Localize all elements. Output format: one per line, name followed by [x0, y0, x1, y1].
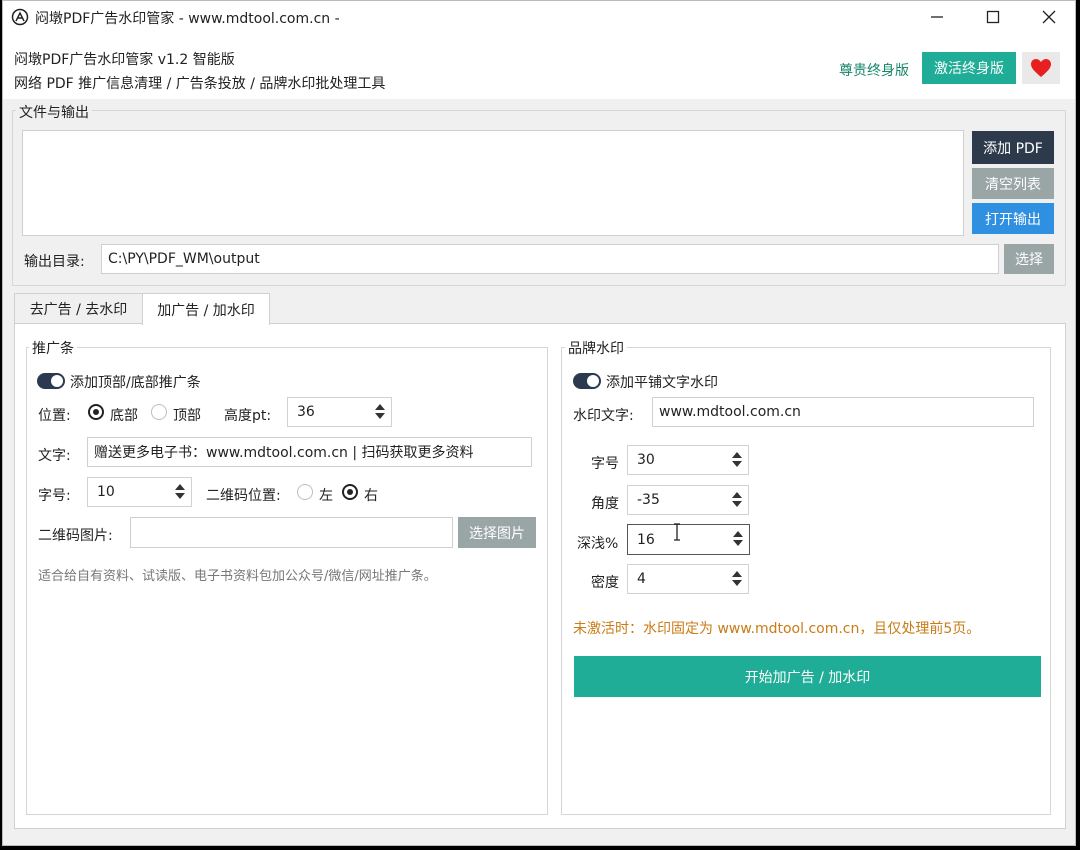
start-process-button[interactable]: 开始加广告 / 加水印 [574, 656, 1041, 697]
watermark-toggle[interactable] [573, 373, 601, 389]
close-button[interactable] [1021, 1, 1077, 33]
promo-fontsize-value: 10 [97, 484, 115, 500]
watermark-density-stepper[interactable]: 4 [627, 564, 749, 594]
watermark-density-value: 4 [637, 571, 646, 587]
tab-remove-ads[interactable]: 去广告 / 去水印 [14, 293, 143, 324]
clear-list-button[interactable]: 清空列表 [972, 168, 1054, 199]
watermark-toggle-label: 添加平铺文字水印 [606, 375, 718, 391]
watermark-text-label: 水印文字: [573, 408, 634, 424]
watermark-fontsize-stepper[interactable]: 30 [627, 445, 749, 475]
stepper-arrows-icon [732, 492, 742, 510]
watermark-angle-label: 角度 [591, 496, 619, 512]
height-label: 高度pt: [224, 408, 272, 424]
app-logo-icon [11, 8, 29, 26]
watermark-angle-value: -35 [637, 492, 660, 508]
pdf-file-list[interactable] [22, 130, 964, 236]
watermark-text-input[interactable]: www.mdtool.com.cn [652, 397, 1034, 427]
promo-fontsize-label: 字号: [38, 488, 71, 504]
stepper-arrows-icon [733, 531, 743, 549]
watermark-depth-label: 深浅% [577, 536, 619, 552]
watermark-fontsize-value: 30 [637, 452, 655, 468]
promo-bar-title: 推广条 [29, 338, 77, 358]
app-name-version: 闷墩PDF广告水印管家 v1.2 智能版 [14, 52, 235, 68]
promo-bar-toggle[interactable] [37, 373, 65, 389]
stepper-arrows-icon [375, 404, 385, 422]
choose-image-button[interactable]: 选择图片 [458, 517, 536, 548]
height-value: 36 [297, 404, 315, 420]
stepper-arrows-icon [732, 452, 742, 470]
watermark-density-label: 密度 [591, 575, 619, 591]
qr-right-label: 右 [364, 488, 378, 504]
stepper-arrows-icon [175, 484, 185, 502]
stepper-arrows-icon [732, 571, 742, 589]
maximize-icon [986, 10, 1000, 24]
heart-icon [1031, 59, 1051, 77]
close-icon [1042, 10, 1056, 24]
height-stepper[interactable]: 36 [287, 397, 392, 427]
qr-left-label: 左 [319, 488, 333, 504]
watermark-fontsize-label: 字号 [591, 456, 619, 472]
tab-add-ads[interactable]: 加广告 / 加水印 [142, 293, 270, 325]
promo-bar-toggle-label: 添加顶部/底部推广条 [70, 375, 201, 391]
maximize-button[interactable] [965, 1, 1021, 33]
qr-position-label: 二维码位置: [206, 488, 281, 504]
qr-image-input[interactable] [130, 517, 453, 548]
activate-button[interactable]: 激活终身版 [922, 52, 1016, 84]
app-window: 闷墩PDF广告水印管家 - www.mdtool.com.cn - 闷墩PDF广… [2, 0, 1076, 846]
watermark-angle-stepper[interactable]: -35 [627, 485, 749, 515]
premium-label: 尊贵终身版 [839, 63, 909, 79]
position-top-label: 顶部 [173, 408, 201, 424]
output-dir-input[interactable]: C:\PY\PDF_WM\output [101, 244, 999, 274]
position-label: 位置: [38, 408, 71, 424]
position-bottom-label: 底部 [110, 408, 138, 424]
activation-notice: 未激活时：水印固定为 www.mdtool.com.cn，且仅处理前5页。 [573, 621, 981, 637]
watermark-depth-stepper[interactable]: 16 [627, 524, 750, 555]
promo-text-label: 文字: [38, 448, 71, 464]
heart-button[interactable] [1022, 52, 1060, 84]
qr-left-radio[interactable] [297, 484, 313, 500]
position-bottom-radio[interactable] [88, 404, 104, 420]
output-dir-label: 输出目录: [24, 254, 85, 270]
watermark-title: 品牌水印 [565, 338, 627, 358]
promo-fontsize-stepper[interactable]: 10 [87, 477, 192, 507]
qr-right-radio[interactable] [342, 484, 358, 500]
position-top-radio[interactable] [151, 404, 167, 420]
minimize-button[interactable] [909, 1, 965, 33]
watermark-depth-value: 16 [637, 531, 655, 548]
files-output-title: 文件与输出 [16, 102, 92, 122]
promo-hint: 适合给自有资料、试读版、电子书资料包加公众号/微信/网址推广条。 [38, 569, 437, 584]
text-cursor-icon [674, 523, 680, 541]
app-header: 闷墩PDF广告水印管家 v1.2 智能版 网络 PDF 推广信息清理 / 广告条… [3, 33, 1075, 99]
qr-image-label: 二维码图片: [38, 528, 113, 544]
promo-text-input[interactable]: 赠送更多电子书：www.mdtool.com.cn | 扫码获取更多资料 [87, 437, 532, 467]
add-pdf-button[interactable]: 添加 PDF [972, 131, 1054, 164]
app-subtitle: 网络 PDF 推广信息清理 / 广告条投放 / 品牌水印批处理工具 [14, 76, 386, 92]
minimize-icon [931, 16, 943, 18]
window-title: 闷墩PDF广告水印管家 - www.mdtool.com.cn - [35, 11, 340, 27]
choose-output-button[interactable]: 选择 [1004, 244, 1054, 274]
title-bar: 闷墩PDF广告水印管家 - www.mdtool.com.cn - [3, 1, 1075, 33]
open-output-button[interactable]: 打开输出 [972, 203, 1054, 234]
